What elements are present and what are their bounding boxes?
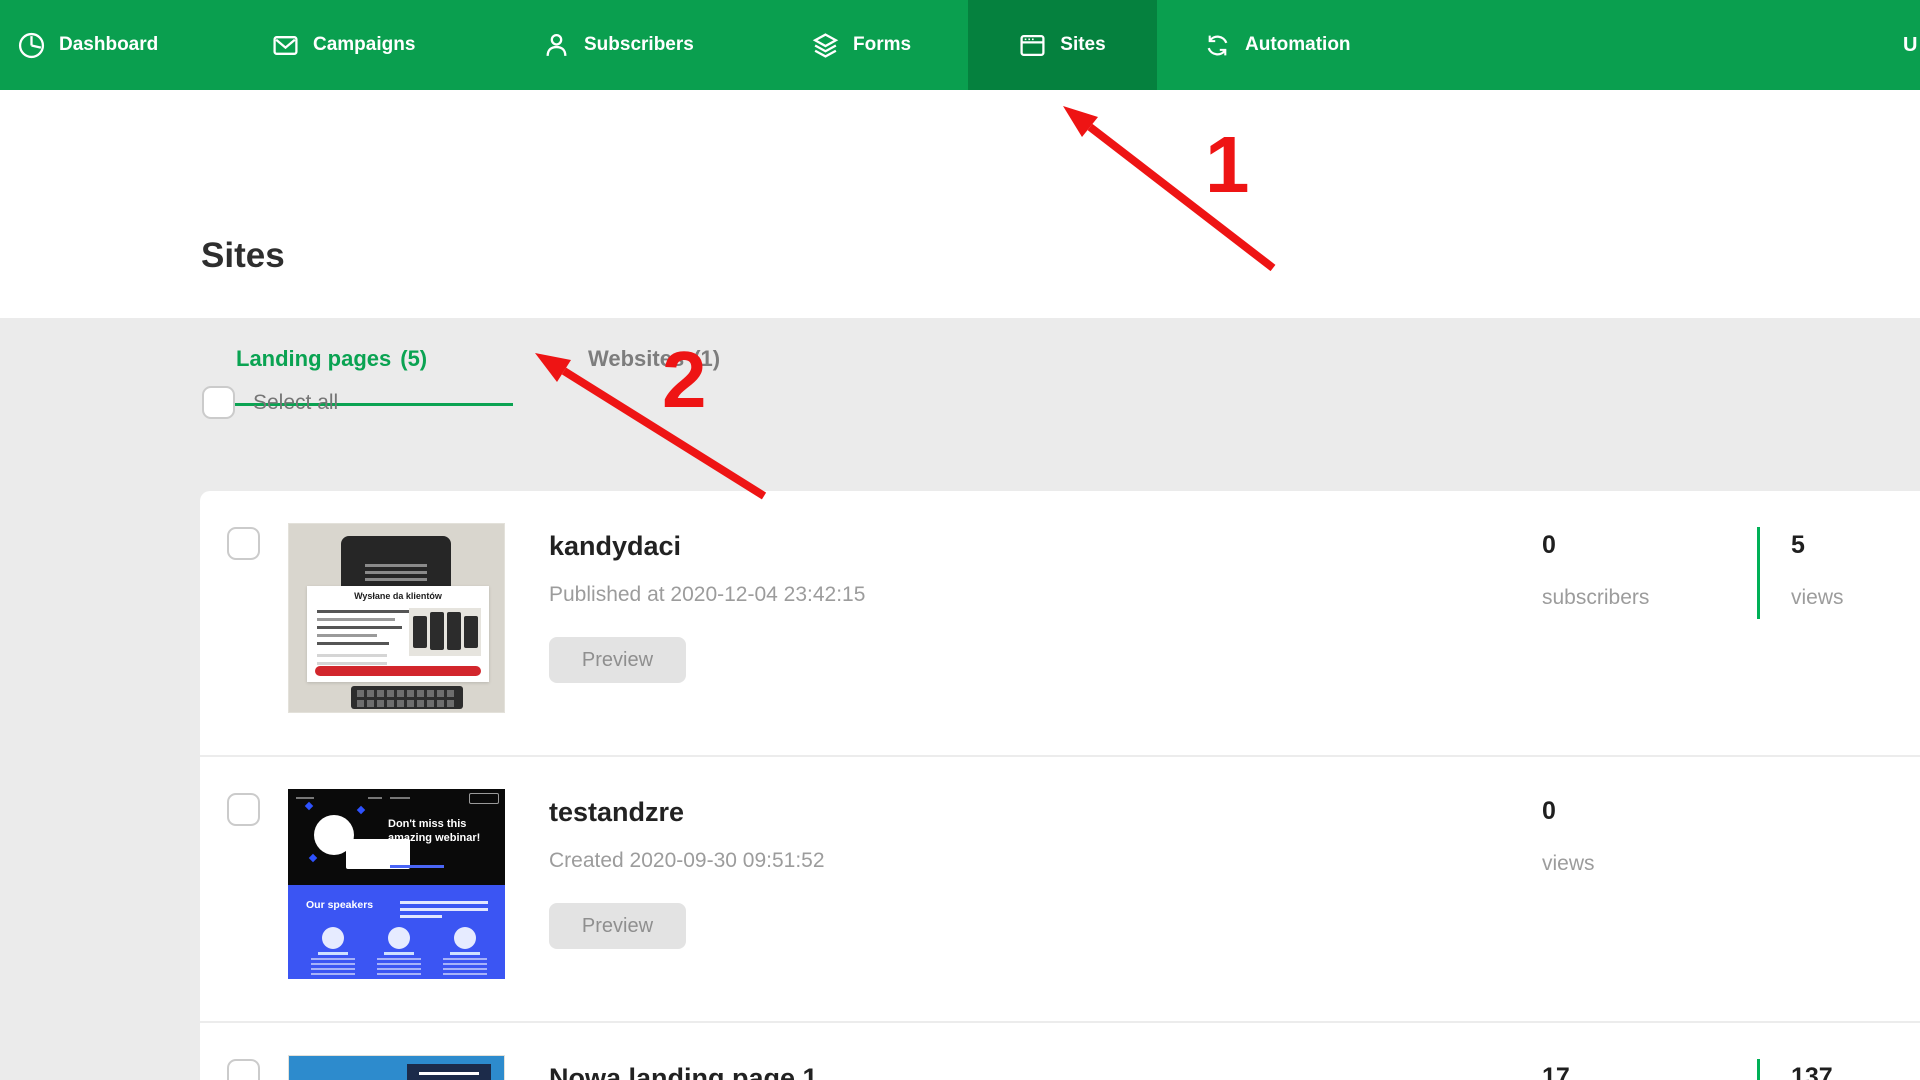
page-header: Sites Landing pages (5) Websites (1) [0,90,1920,406]
landing-page-thumbnail[interactable] [288,1055,505,1080]
row-checkbox[interactable] [227,1059,260,1080]
views-stat: 137 [1791,1063,1833,1080]
list-item-partial: Nowa landing page 1 17 137 [200,1023,1920,1080]
views-stat: 5 views [1791,531,1844,610]
thumb-red-button [315,666,481,676]
tab-landing-pages[interactable]: Landing pages (5) [236,346,427,372]
layers-icon [812,32,839,58]
thumb-form-card: Wysłane da klientów [307,586,489,682]
landing-pages-list: Wysłane da klientów kandydaci Published … [200,491,1920,1080]
row-checkbox[interactable] [227,527,260,560]
thumb-speaker [310,927,356,975]
stat-label: subscribers [1542,586,1650,609]
views-highlight-bar [1757,527,1760,619]
landing-page-thumbnail[interactable]: Don't miss this amazing webinar! Our spe… [288,789,505,979]
thumb-heading: Don't miss this amazing webinar! [388,818,481,845]
browser-icon [1020,34,1045,56]
nav-item-label: Dashboard [59,34,159,55]
nav-item-automation[interactable]: Automation [1194,0,1361,90]
thumb-keyboard [351,686,463,709]
thumb-speakers-section: Our speakers [288,885,505,979]
thumb-signup-button [469,793,499,804]
sites-page: Dashboard Campaigns Subscribers Forms Si… [0,0,1920,1080]
nav-item-label: Automation [1245,34,1351,55]
annotation-2-label: 2 [662,335,707,424]
sync-icon [1207,35,1228,55]
landing-page-meta: Created 2020-09-30 09:51:52 [549,849,825,872]
tab-label: Landing pages [236,346,392,371]
list-item-kandydaci: Wysłane da klientów kandydaci Published … [200,491,1920,757]
dashboard-clock-icon [18,32,45,58]
preview-button[interactable]: Preview [549,903,686,949]
stat-value: 17 [1542,1063,1570,1080]
stat-value: 5 [1791,531,1805,559]
thumb-speaker [442,927,488,975]
landing-page-title[interactable]: kandydaci [549,531,681,562]
thumb-photo [409,608,481,656]
select-all-control: Select all [202,386,338,419]
nav-item-label: Subscribers [584,34,694,55]
tab-count: (5) [400,346,428,371]
thumb-dark-box [407,1064,491,1080]
stat-value: 0 [1542,531,1556,559]
thumb-speaker [376,927,422,975]
stat-value: 137 [1791,1063,1833,1080]
stat-label: views [1791,586,1844,609]
nav-item-campaigns[interactable]: Campaigns [262,0,425,90]
annotation-1-label: 1 [1205,120,1250,209]
thumb-hero: Don't miss this amazing webinar! [288,789,505,885]
nav-item-subscribers[interactable]: Subscribers [533,0,704,90]
landing-page-title[interactable]: Nowa landing page 1 [549,1063,818,1080]
select-all-checkbox[interactable] [202,386,235,419]
subscribers-stat: 17 [1542,1063,1570,1080]
landing-page-thumbnail[interactable]: Wysłane da klientów [288,523,505,713]
stat-label: views [1542,852,1595,875]
nav-item-label: Forms [853,34,912,55]
thumb-link-line [390,865,444,868]
preview-button[interactable]: Preview [549,637,686,683]
landing-page-title[interactable]: testandzre [549,797,684,828]
thumb-heading: Wysłane da klientów [354,591,442,601]
page-title: Sites [201,236,285,275]
top-nav: Dashboard Campaigns Subscribers Forms Si… [0,0,1920,90]
nav-item-sites[interactable]: Sites [968,0,1157,90]
subscribers-stat: 0 subscribers [1542,531,1649,610]
stat-value: 0 [1542,797,1556,825]
nav-item-forms[interactable]: Forms [802,0,921,90]
list-item-testandzre: Don't miss this amazing webinar! Our spe… [200,757,1920,1023]
nav-item-dashboard[interactable]: Dashboard [8,0,168,90]
envelope-icon [273,35,298,55]
landing-page-meta: Published at 2020-12-04 23:42:15 [549,583,866,606]
select-all-label: Select all [253,390,339,414]
thumb-subheading: Our speakers [306,899,374,911]
person-icon [546,33,567,56]
views-stat: 0 views [1542,797,1595,876]
upgrade-label: U [1903,33,1918,56]
views-highlight-bar [1757,1059,1760,1080]
upgrade-button[interactable]: U [1903,0,1917,90]
nav-item-label: Sites [1060,34,1106,55]
row-checkbox[interactable] [227,793,260,826]
nav-item-label: Campaigns [313,34,416,55]
